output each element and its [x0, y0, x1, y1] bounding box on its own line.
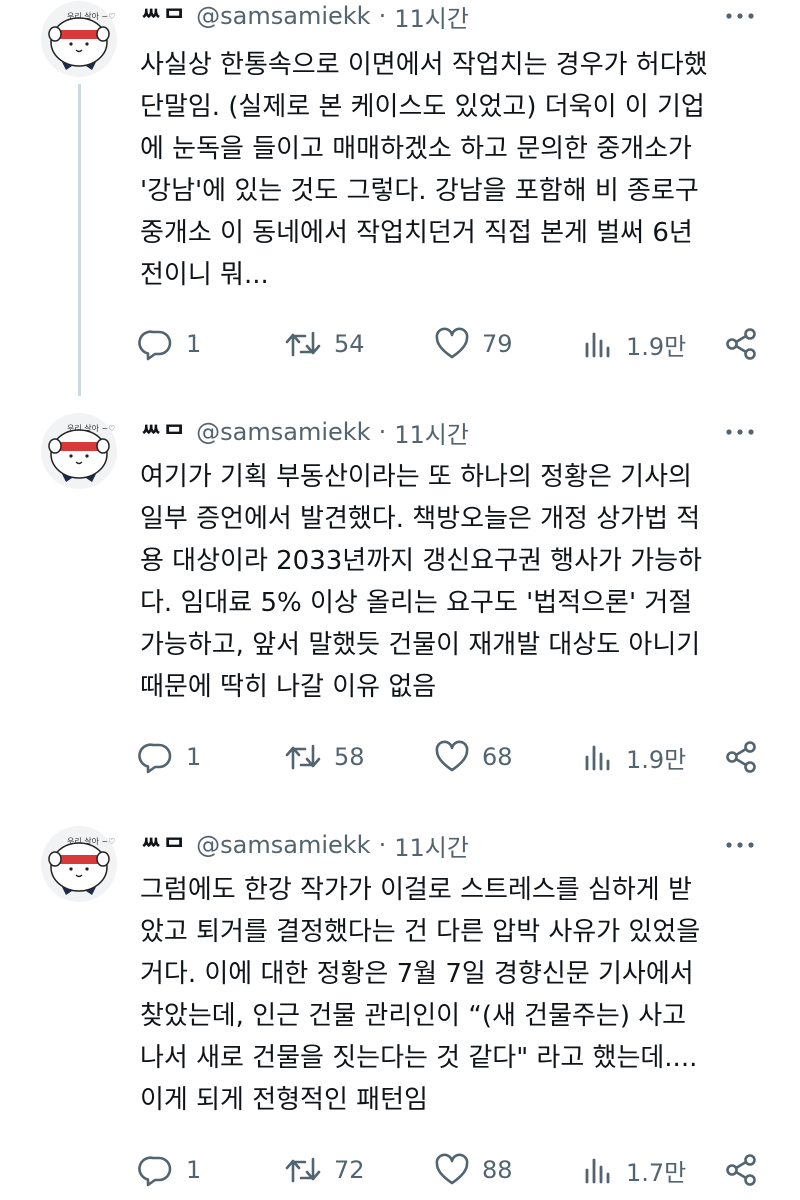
display-name[interactable]: ᄴᄆ	[140, 415, 186, 450]
tweet[interactable]: ᄴᄆ @samsamiekk · 11시간 그럼에도 한강 작가가 이걸로 스트…	[0, 813, 800, 1200]
tweet-text-line: 일부 증언에서 발견했다. 책방오늘은 개정 상가법 적	[140, 504, 701, 534]
reply-count: 1	[186, 1156, 202, 1184]
tweet[interactable]: ᄴᄆ @samsamiekk · 11시간 사실상 한통속으로 이면에서 작업치…	[0, 0, 800, 400]
like-button[interactable]: 88	[434, 1148, 513, 1192]
reply-count: 1	[186, 330, 202, 358]
share-icon	[726, 741, 756, 773]
timestamp[interactable]: 11시간	[394, 415, 469, 450]
user-handle[interactable]: @samsamiekk	[196, 418, 370, 446]
retweet-button[interactable]: 54	[284, 322, 365, 366]
view-count: 1.9만	[626, 745, 687, 774]
more-options-button[interactable]	[720, 0, 760, 36]
views-button[interactable]: 1.7만	[582, 1148, 686, 1192]
tweet-text-line: 단말임. (실제로 본 케이스도 있었고) 더욱이 이 기업	[140, 92, 705, 122]
tweet-text: 여기가 기획 부동산이라는 또 하나의 정황은 기사의 일부 증언에서 발견했다…	[140, 456, 770, 708]
tweet-text-line: 나서 새로 건물을 짓는다는 것 같다" 라고 했는데....	[140, 1043, 698, 1073]
share-button[interactable]	[724, 322, 760, 366]
retweet-count: 58	[334, 743, 365, 771]
tweet-text-line: '강남'에 있는 것도 그렇다. 강남을 포함해 비 종로구	[140, 176, 699, 206]
views-button[interactable]: 1.9만	[582, 322, 686, 366]
share-icon	[726, 328, 756, 360]
tweet-header: ᄴᄆ @samsamiekk · 11시간	[140, 825, 760, 865]
reply-icon	[138, 743, 172, 774]
display-name[interactable]: ᄴᄆ	[140, 0, 186, 34]
heart-icon	[435, 1153, 469, 1185]
tweet-text-line: 용 대상이라 2033년까지 갱신요구권 행사가 가능하	[140, 546, 702, 576]
reply-icon	[138, 330, 172, 361]
tweet-text-line: 때문에 딱히 나갈 이유 없음	[140, 672, 437, 702]
tweet-text-line: 거다. 이에 대한 정황은 7월 7일 경향신문 기사에서	[140, 959, 694, 989]
heart-icon	[435, 740, 469, 772]
retweet-icon	[285, 1157, 321, 1183]
retweet-button[interactable]: 72	[284, 1148, 365, 1192]
more-icon	[726, 429, 754, 435]
reply-button[interactable]: 1	[138, 735, 201, 779]
tweet-thread: ᄴᄆ @samsamiekk · 11시간 사실상 한통속으로 이면에서 작업치…	[0, 0, 800, 1200]
tweet[interactable]: ᄴᄆ @samsamiekk · 11시간 여기가 기획 부동산이라는 또 하나…	[0, 400, 800, 813]
tweet-text-line: 중개소 이 동네에서 작업치던거 직접 본게 벌써 6년	[140, 218, 693, 248]
retweet-icon	[285, 744, 321, 770]
tweet-text: 사실상 한통속으로 이면에서 작업치는 경우가 허다했 단말임. (실제로 본 …	[140, 44, 770, 296]
tweet-text-line: 그럼에도 한강 작가가 이걸로 스트레스를 심하게 받	[140, 875, 692, 905]
separator-dot: ·	[378, 831, 387, 859]
tweet-header: ᄴᄆ @samsamiekk · 11시간	[140, 0, 760, 36]
retweet-icon	[285, 331, 321, 357]
reply-count: 1	[186, 743, 202, 771]
tweet-text-line: 에 눈독을 들이고 매매하겠소 하고 문의한 중개소가	[140, 134, 692, 164]
display-name[interactable]: ᄴᄆ	[140, 828, 186, 863]
tweet-header: ᄴᄆ @samsamiekk · 11시간	[140, 412, 760, 452]
more-icon	[726, 842, 754, 848]
user-handle[interactable]: @samsamiekk	[196, 2, 370, 30]
tweet-text-line: 사실상 한통속으로 이면에서 작업치는 경우가 허다했	[140, 50, 708, 80]
timestamp[interactable]: 11시간	[394, 0, 469, 34]
reply-button[interactable]: 1	[138, 1148, 201, 1192]
avatar[interactable]	[40, 0, 118, 78]
tweet-text-line: 았고 퇴거를 결정했다는 건 다른 압박 사유가 있었을	[140, 917, 701, 947]
tweet-actions: 1 54 79 1.9만	[138, 322, 768, 366]
tweet-actions: 1 72 88 1.7만	[138, 1148, 768, 1192]
views-button[interactable]: 1.9만	[582, 735, 686, 779]
tweet-text-line: 가능하고, 앞서 말했듯 건물이 재개발 대상도 아니기	[140, 630, 701, 660]
like-count: 79	[482, 330, 513, 358]
view-count: 1.9만	[626, 332, 687, 361]
more-options-button[interactable]	[720, 412, 760, 452]
tweet-actions: 1 58 68 1.9만	[138, 735, 768, 779]
tweet-text-line: 전이니 뭐...	[140, 260, 269, 290]
separator-dot: ·	[378, 418, 387, 446]
tweet-text-line: 이게 되게 전형적인 패턴임	[140, 1085, 428, 1115]
like-count: 88	[482, 1156, 513, 1184]
separator-dot: ·	[378, 2, 387, 30]
like-count: 68	[482, 743, 513, 771]
views-icon	[585, 745, 610, 771]
more-icon	[726, 13, 754, 19]
user-handle[interactable]: @samsamiekk	[196, 831, 370, 859]
tweet-text: 그럼에도 한강 작가가 이걸로 스트레스를 심하게 받 았고 퇴거를 결정했다는…	[140, 869, 770, 1121]
avatar[interactable]	[40, 412, 118, 490]
thread-connector-line	[78, 84, 81, 396]
avatar[interactable]	[40, 825, 118, 903]
retweet-count: 72	[334, 1156, 365, 1184]
views-icon	[585, 1158, 610, 1184]
tweet-text-line: 여기가 기획 부동산이라는 또 하나의 정황은 기사의	[140, 462, 692, 492]
reply-icon	[138, 1156, 172, 1187]
like-button[interactable]: 79	[434, 322, 513, 366]
heart-icon	[435, 327, 469, 359]
retweet-button[interactable]: 58	[284, 735, 365, 779]
views-icon	[585, 332, 610, 358]
share-button[interactable]	[724, 735, 760, 779]
reply-button[interactable]: 1	[138, 322, 201, 366]
timestamp[interactable]: 11시간	[394, 828, 469, 863]
more-options-button[interactable]	[720, 825, 760, 865]
tweet-text-line: 다. 임대료 5% 이상 올리는 요구도 '법적으론' 거절	[140, 588, 693, 618]
like-button[interactable]: 68	[434, 735, 513, 779]
share-icon	[726, 1154, 756, 1186]
view-count: 1.7만	[626, 1158, 687, 1187]
tweet-text-line: 찾았는데, 인근 건물 관리인이 “(새 건물주는) 사고	[140, 1001, 687, 1031]
retweet-count: 54	[334, 330, 365, 358]
share-button[interactable]	[724, 1148, 760, 1192]
